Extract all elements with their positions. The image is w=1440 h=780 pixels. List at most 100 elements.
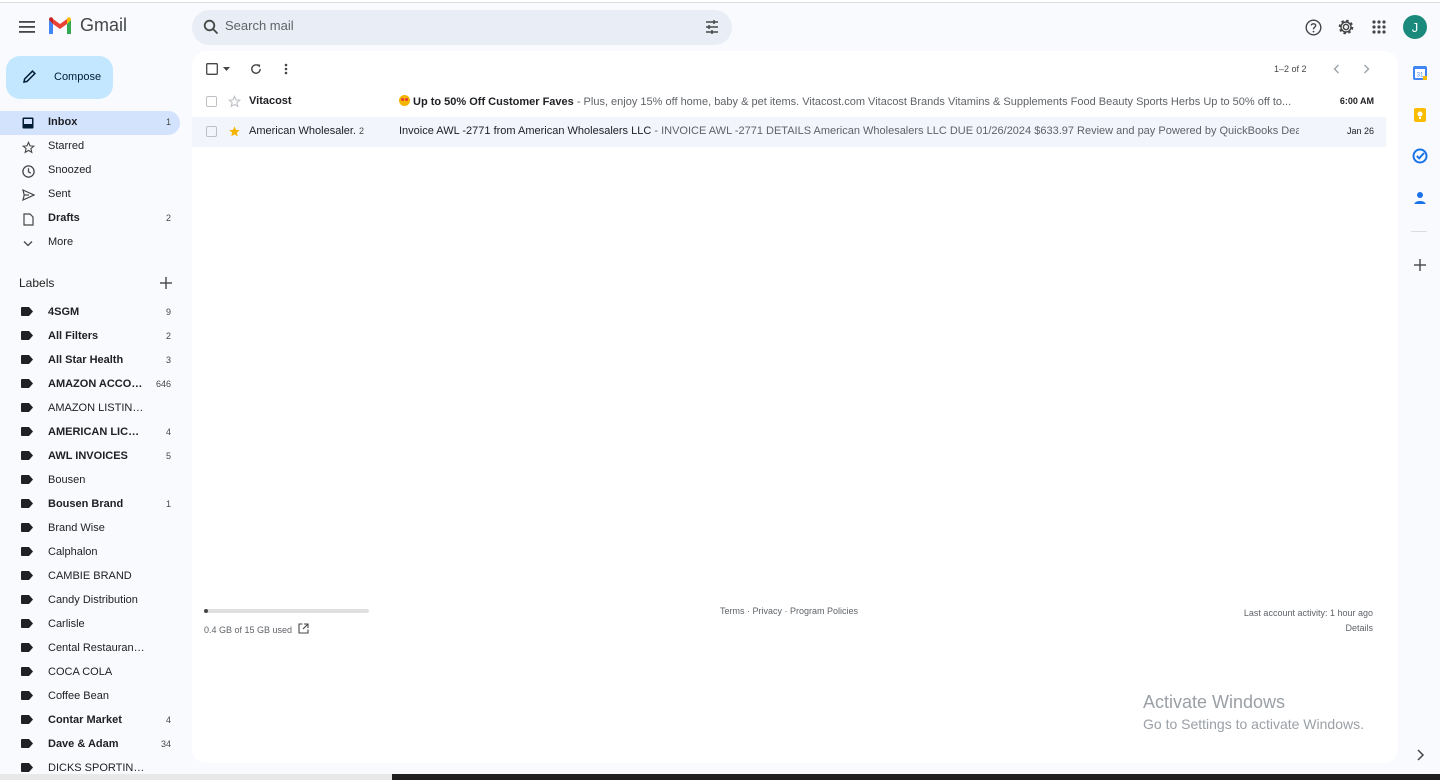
compose-button[interactable]: Compose bbox=[6, 56, 113, 99]
label-item[interactable]: AMAZON LISTINGS bbox=[0, 396, 180, 420]
email-row[interactable]: Vitacost Up to 50% Off Customer Faves - … bbox=[192, 87, 1386, 117]
more-vert-icon[interactable] bbox=[279, 62, 293, 76]
storage-text: 0.4 GB of 15 GB used bbox=[204, 624, 293, 635]
label-item[interactable]: Calphalon bbox=[0, 540, 180, 564]
heart-eyes-emoji-icon bbox=[399, 95, 410, 106]
contacts-icon[interactable] bbox=[1412, 190, 1428, 206]
sidebar-item-inbox[interactable]: Inbox 1 bbox=[0, 111, 180, 135]
label-item[interactable]: Contar Market 4 bbox=[0, 708, 180, 732]
apps-grid-icon[interactable] bbox=[1369, 17, 1389, 37]
label-item[interactable]: AMERICAN LICORI... 4 bbox=[0, 420, 180, 444]
label-item[interactable]: AWL INVOICES 5 bbox=[0, 444, 180, 468]
label-item[interactable]: Bousen Brand 1 bbox=[0, 492, 180, 516]
sidebar-item-label: Drafts bbox=[48, 212, 80, 224]
label-item[interactable]: CAMBIE BRAND bbox=[0, 564, 180, 588]
label-item[interactable]: All Filters 2 bbox=[0, 324, 180, 348]
label-item[interactable]: Brand Wise bbox=[0, 516, 180, 540]
label-name: Bousen Brand bbox=[48, 498, 124, 510]
search-input[interactable] bbox=[225, 18, 675, 33]
label-name: DICKS SPORTING GOODS bbox=[48, 762, 146, 774]
row-checkbox[interactable] bbox=[206, 126, 217, 137]
label-item[interactable]: Carlisle bbox=[0, 612, 180, 636]
email-row[interactable]: American Wholesaler. 2 Invoice AWL -2771 … bbox=[192, 117, 1386, 147]
mail-toolbar: 1–2 of 2 bbox=[192, 51, 1398, 87]
header: Gmail J bbox=[0, 3, 1440, 53]
add-label-icon[interactable] bbox=[159, 276, 173, 290]
clock-icon bbox=[21, 164, 35, 178]
sidebar-item-sent[interactable]: Sent bbox=[0, 183, 180, 207]
app-name: Gmail bbox=[80, 15, 128, 35]
label-tag-icon bbox=[21, 331, 33, 340]
email-time: 6:00 AM bbox=[1339, 96, 1374, 106]
sender-name: Vitacost bbox=[249, 95, 292, 107]
keep-icon[interactable] bbox=[1412, 107, 1428, 123]
pagination-range: 1–2 of 2 bbox=[1274, 64, 1307, 74]
send-icon bbox=[21, 188, 35, 202]
privacy-link[interactable]: Privacy bbox=[753, 606, 783, 616]
storage-bar bbox=[204, 609, 369, 613]
label-tag-icon bbox=[21, 739, 33, 748]
label-item[interactable]: Coffee Bean bbox=[0, 684, 180, 708]
newer-chevron-left-icon[interactable] bbox=[1329, 62, 1343, 76]
activity-details-link[interactable]: Details bbox=[1244, 621, 1373, 636]
label-name: 4SGM bbox=[48, 306, 80, 318]
gmail-logo[interactable]: Gmail bbox=[48, 15, 127, 36]
label-item[interactable]: Bousen bbox=[0, 468, 180, 492]
activate-windows-watermark: Activate Windows Go to Settings to activ… bbox=[1143, 692, 1364, 732]
older-chevron-right-icon[interactable] bbox=[1359, 62, 1373, 76]
label-name: Contar Market bbox=[48, 714, 122, 726]
label-tag-icon bbox=[21, 427, 33, 436]
calendar-icon[interactable]: 31 bbox=[1412, 65, 1428, 81]
label-item[interactable]: AMAZON ACCOU... 646 bbox=[0, 372, 180, 396]
row-checkbox[interactable] bbox=[206, 96, 217, 107]
label-tag-icon bbox=[21, 307, 33, 316]
taskbar-strip bbox=[0, 774, 1440, 780]
label-item[interactable]: 4SGM 9 bbox=[0, 300, 180, 324]
label-item[interactable]: All Star Health 3 bbox=[0, 348, 180, 372]
star-outline-icon[interactable] bbox=[227, 94, 242, 108]
search-icon[interactable] bbox=[203, 19, 219, 38]
pencil-icon bbox=[22, 69, 37, 87]
label-count: 3 bbox=[165, 355, 171, 365]
label-name: Brand Wise bbox=[48, 522, 105, 534]
sidebar-nav: Inbox 1 Starred Snoozed Sent Drafts 2 Mo… bbox=[0, 111, 190, 255]
sidebar-item-more[interactable]: More bbox=[0, 231, 180, 255]
email-subject-snippet: Invoice AWL -2771 from American Wholesal… bbox=[399, 125, 1299, 137]
sidebar-item-drafts[interactable]: Drafts 2 bbox=[0, 207, 180, 231]
email-snippet: - Plus, enjoy 15% off home, baby & pet i… bbox=[573, 96, 1292, 108]
label-tag-icon bbox=[21, 595, 33, 604]
label-tag-icon bbox=[21, 643, 33, 652]
sidebar-item-snoozed[interactable]: Snoozed bbox=[0, 159, 180, 183]
main-menu-icon[interactable] bbox=[14, 15, 40, 39]
tasks-icon[interactable] bbox=[1412, 148, 1428, 164]
help-icon[interactable] bbox=[1303, 17, 1323, 37]
select-dropdown-icon[interactable] bbox=[219, 62, 233, 76]
label-tag-icon bbox=[21, 523, 33, 532]
label-name: CAMBIE BRAND bbox=[48, 570, 132, 582]
search-bar[interactable] bbox=[192, 10, 732, 45]
get-addons-plus-icon[interactable] bbox=[1412, 257, 1428, 273]
label-name: AMAZON LISTINGS bbox=[48, 402, 146, 414]
sidebar-item-starred[interactable]: Starred bbox=[0, 135, 180, 159]
label-item[interactable]: COCA COLA bbox=[0, 660, 180, 684]
label-item[interactable]: Cental Restaurant Quot... bbox=[0, 636, 180, 660]
compose-label: Compose bbox=[54, 71, 102, 83]
star-filled-icon[interactable] bbox=[228, 125, 241, 138]
thread-count: 2 bbox=[359, 126, 365, 136]
side-panel: 31 bbox=[1400, 51, 1440, 780]
program-policies-link[interactable]: Program Policies bbox=[790, 606, 858, 616]
draft-icon bbox=[21, 212, 35, 226]
open-in-new-icon[interactable] bbox=[298, 623, 309, 636]
search-options-icon[interactable] bbox=[704, 19, 720, 38]
select-all-checkbox[interactable] bbox=[205, 62, 219, 76]
settings-gear-icon[interactable] bbox=[1336, 17, 1356, 37]
label-item[interactable]: Dave & Adam 34 bbox=[0, 732, 180, 756]
label-count: 34 bbox=[160, 739, 171, 749]
terms-link[interactable]: Terms bbox=[720, 606, 745, 616]
email-sender: Vitacost bbox=[249, 95, 292, 107]
account-avatar[interactable]: J bbox=[1403, 15, 1427, 39]
label-item[interactable]: Candy Distribution bbox=[0, 588, 180, 612]
label-tag-icon bbox=[21, 547, 33, 556]
show-side-panel-chevron-icon[interactable] bbox=[1412, 747, 1428, 763]
refresh-icon[interactable] bbox=[249, 62, 263, 76]
